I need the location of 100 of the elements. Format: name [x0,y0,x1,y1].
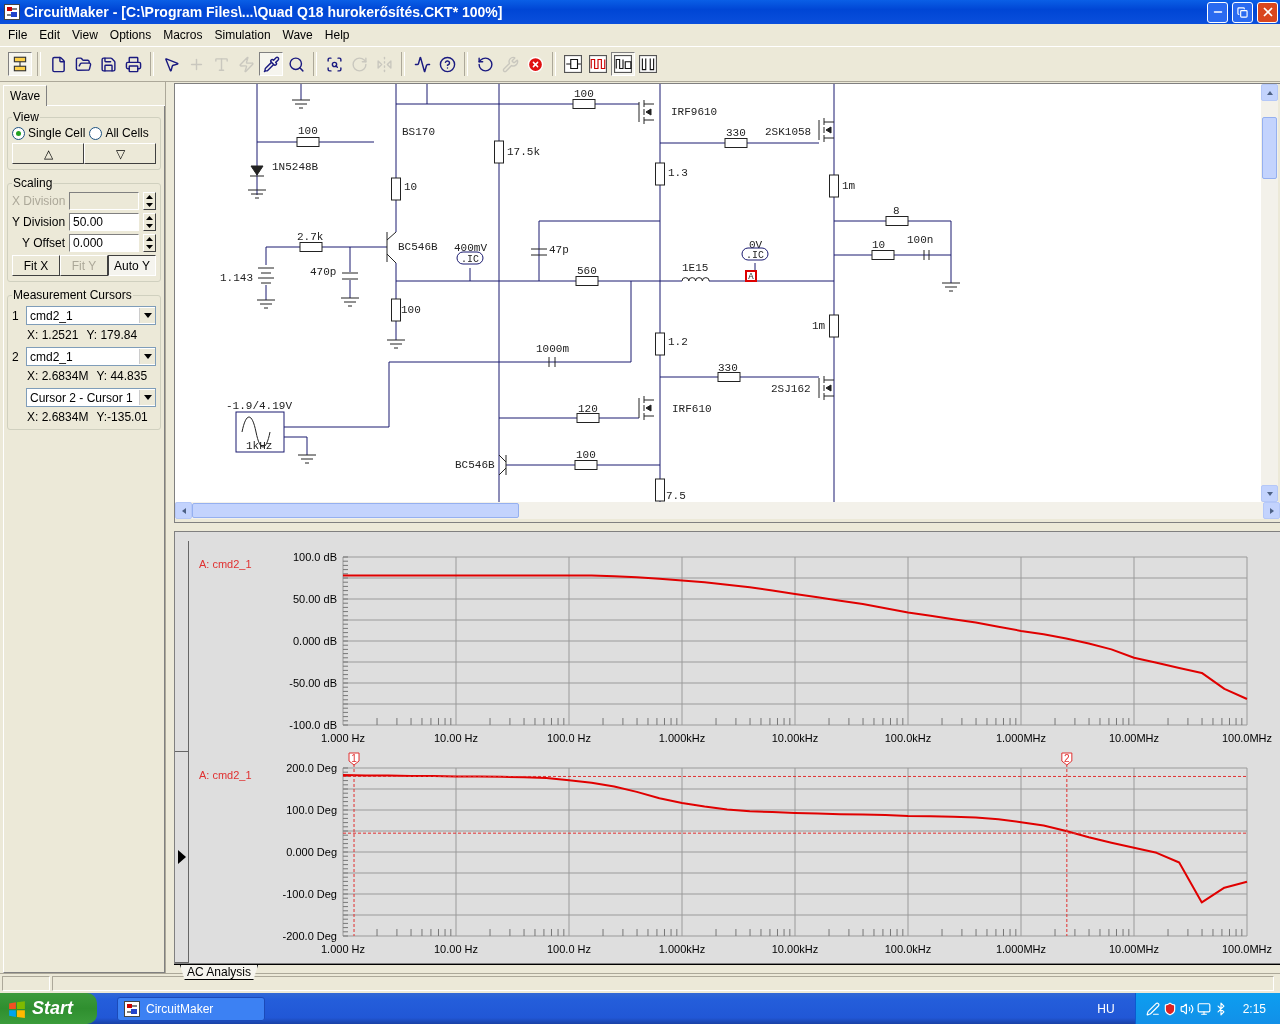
component-label: -1.9/4.19V [226,400,292,412]
analysis-tab[interactable]: AC Analysis [180,965,259,980]
toolbar-button[interactable] [259,52,283,76]
component-label: 10 [872,239,886,251]
signal-source-symbol [235,411,285,453]
dropdown-arrow-button[interactable] [139,308,155,323]
help-icon [438,55,456,73]
battery-symbol [257,267,275,284]
scroll-right-button[interactable] [1263,502,1280,519]
radio-button[interactable] [12,126,25,140]
minimize-button[interactable] [1207,1,1228,23]
field-label: Y Division [12,215,65,229]
spin-buttons[interactable] [143,234,156,252]
mode-icon [639,55,657,73]
component-label: 400mV [454,242,487,254]
spin-buttons[interactable] [143,213,156,231]
ground-symbol [941,282,961,292]
resistor-symbol [885,216,909,226]
resistor-symbol [575,276,599,286]
cell-selector[interactable] [175,541,189,752]
mode-icon [614,55,632,73]
restore-button[interactable] [1232,1,1253,23]
menu-item[interactable]: Wave [276,26,319,44]
axis-label: 100.0 Hz [547,943,591,955]
panel-tab[interactable]: Wave [3,85,48,106]
input-field[interactable]: 0.000 [69,234,139,252]
axis-label: -100.0 Deg [282,888,337,900]
measurement-cursor[interactable]: 1 [348,752,360,937]
trace-dropdown[interactable]: cmd2_1 [26,306,156,325]
resistor-symbol [829,174,839,198]
probe-marker[interactable]: A [745,270,757,282]
axis-label: 10.00MHz [1108,732,1160,744]
cell-nav-button[interactable]: △ [12,143,84,164]
dropdown-arrow-button[interactable] [139,349,155,364]
component-label: 1.2 [668,336,688,348]
caret-icon [143,354,152,359]
measurement-cursor[interactable]: 2 [1061,752,1073,937]
scroll-down-button[interactable] [1261,485,1278,502]
arrow-pointer-icon [162,55,180,73]
monitor-icon[interactable] [1196,1001,1211,1016]
start-button[interactable]: Start [0,993,97,1024]
spin-buttons[interactable] [143,192,156,210]
axis-label: 1.000kHz [658,732,706,744]
component-label: 2.7k [297,231,324,243]
cell-selector[interactable] [175,752,189,963]
menu-item[interactable]: File [2,26,34,44]
component-label: IRF9610 [671,106,718,118]
dropdown-arrow-button[interactable] [139,390,155,405]
toolbar-button[interactable] [8,52,32,76]
axis-label: -100.0 dB [289,719,337,731]
shield-icon[interactable] [1162,1001,1177,1016]
toolbar-button[interactable] [586,52,610,76]
caret-icon [143,395,152,400]
menu-item[interactable]: Macros [157,26,209,44]
close-button[interactable] [1257,1,1278,23]
field-label: X Division [12,194,65,208]
input-field[interactable] [69,192,139,210]
toolbar-button[interactable] [611,52,635,76]
menu-item[interactable]: Edit [33,26,67,44]
window-title: CircuitMaker - [C:\Program Files\...\Quad Q18 hurokerősítés.CKT* 100%] [24,4,504,20]
component-label: 8 [893,205,900,217]
cursor-reading: X: 2.6834M [26,369,89,383]
cell-nav-button[interactable]: ▽ [84,143,156,164]
language-indicator[interactable]: HU [1097,1001,1115,1016]
input-field[interactable]: 50.00 [69,213,139,231]
scale-button[interactable]: Fit X [12,255,60,276]
trace-dropdown[interactable]: Cursor 2 - Cursor 1 [26,388,156,407]
scroll-left-button[interactable] [175,502,192,519]
windows-flag-icon [8,999,26,1018]
speaker-icon[interactable] [1179,1001,1194,1016]
radio-button[interactable] [89,126,103,140]
menu-item[interactable]: Options [103,26,158,44]
resistor-symbol [296,137,320,147]
axis-label: 100.0 dB [292,551,337,563]
pen-icon[interactable] [1145,1001,1160,1016]
component-label: 100 [401,304,421,316]
toolbar-button[interactable] [561,52,585,76]
axis-label: 0.000 Deg [286,846,337,858]
component-label: 120 [578,403,598,415]
taskbar-button[interactable]: CircuitMaker [117,996,265,1021]
menu-item[interactable]: Help [318,26,356,44]
schematic-canvas[interactable]: 100 IRF9610 100 BS170 330 2SK1058 17.5k 1N5248B 1.3 10 1m 8 2.7k BC546B 400mV 47p 0V 10 100n .IC .IC 1.143 470p 560 1E15 A 100 1m 1.2 1000m 330 2SJ162 -1.9/4.19V 120 IRF610 1kHz BC546B 100 7.5 [175,84,1261,502]
component-label: 560 [577,265,597,277]
wrench-icon [501,55,519,73]
component-label: 100 [574,88,594,100]
scroll-thumb[interactable] [1262,117,1277,179]
mode-icon [564,55,582,73]
scroll-up-button[interactable] [1261,84,1278,101]
trace-dropdown[interactable]: cmd2_1 [26,347,156,366]
menu-item[interactable]: Simulation [208,26,277,44]
scroll-thumb[interactable] [192,503,519,518]
status-field [2,976,50,991]
component-label: 2SJ162 [771,383,811,395]
scale-button[interactable]: Auto Y [108,255,156,276]
vertical-scrollbar[interactable] [1261,84,1278,502]
horizontal-scrollbar[interactable] [175,502,1280,519]
toolbar-button[interactable] [636,52,660,76]
axis-label: 1.000MHz [995,943,1047,955]
axis-label: 50.00 dB [292,593,337,605]
menu-item[interactable]: View [66,26,104,44]
